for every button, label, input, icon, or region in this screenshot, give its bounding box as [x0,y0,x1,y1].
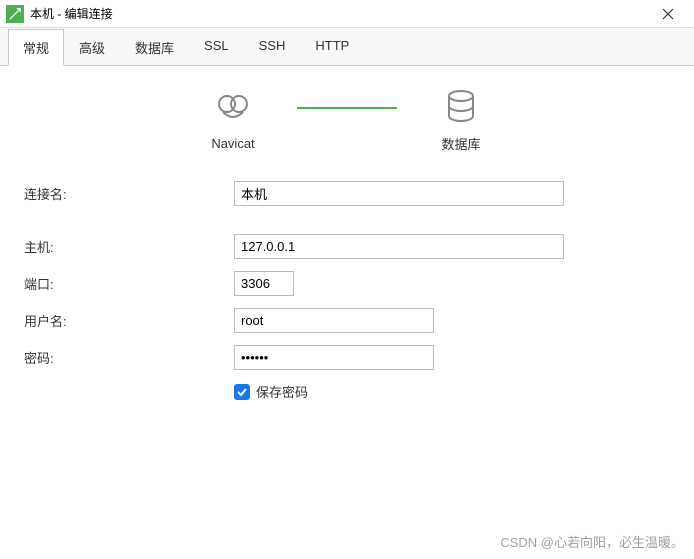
row-save-password: 保存密码 [234,382,670,401]
database-icon [441,86,481,126]
titlebar: 本机 - 编辑连接 [0,0,694,28]
label-password: 密码: [24,348,234,367]
close-button[interactable] [648,0,688,28]
navicat-icon [213,88,253,128]
diagram-db-node: 数据库 [401,86,521,153]
window-title: 本机 - 编辑连接 [30,5,648,22]
tab-bar: 常规 高级 数据库 SSL SSH HTTP [0,28,694,66]
row-connection-name: 连接名: [24,181,670,206]
input-password[interactable] [234,345,434,370]
input-port[interactable] [234,271,294,296]
tab-content: Navicat 数据库 连接名: 主机: 端口: 用户名: 密码: [0,66,694,421]
label-username: 用户名: [24,311,234,330]
label-save-password[interactable]: 保存密码 [256,382,308,401]
tab-advanced[interactable]: 高级 [64,29,120,66]
row-host: 主机: [24,234,670,259]
tab-http[interactable]: HTTP [300,29,364,66]
tab-database[interactable]: 数据库 [120,29,189,66]
app-icon [6,5,24,23]
watermark: CSDN @心若向阳，必生温暖。 [500,532,684,551]
diagram-client-node: Navicat [173,88,293,151]
row-port: 端口: [24,271,670,296]
label-connection-name: 连接名: [24,184,234,203]
diagram-db-label: 数据库 [441,134,480,153]
checkbox-save-password[interactable] [234,384,250,400]
input-connection-name[interactable] [234,181,564,206]
tab-general[interactable]: 常规 [8,29,64,66]
row-username: 用户名: [24,308,670,333]
tab-ssh[interactable]: SSH [244,29,301,66]
connection-diagram: Navicat 数据库 [24,86,670,153]
input-username[interactable] [234,308,434,333]
tab-ssl[interactable]: SSL [189,29,244,66]
label-host: 主机: [24,237,234,256]
label-port: 端口: [24,274,234,293]
diagram-client-label: Navicat [211,136,254,151]
diagram-connection-line [297,107,397,109]
input-host[interactable] [234,234,564,259]
row-password: 密码: [24,345,670,370]
